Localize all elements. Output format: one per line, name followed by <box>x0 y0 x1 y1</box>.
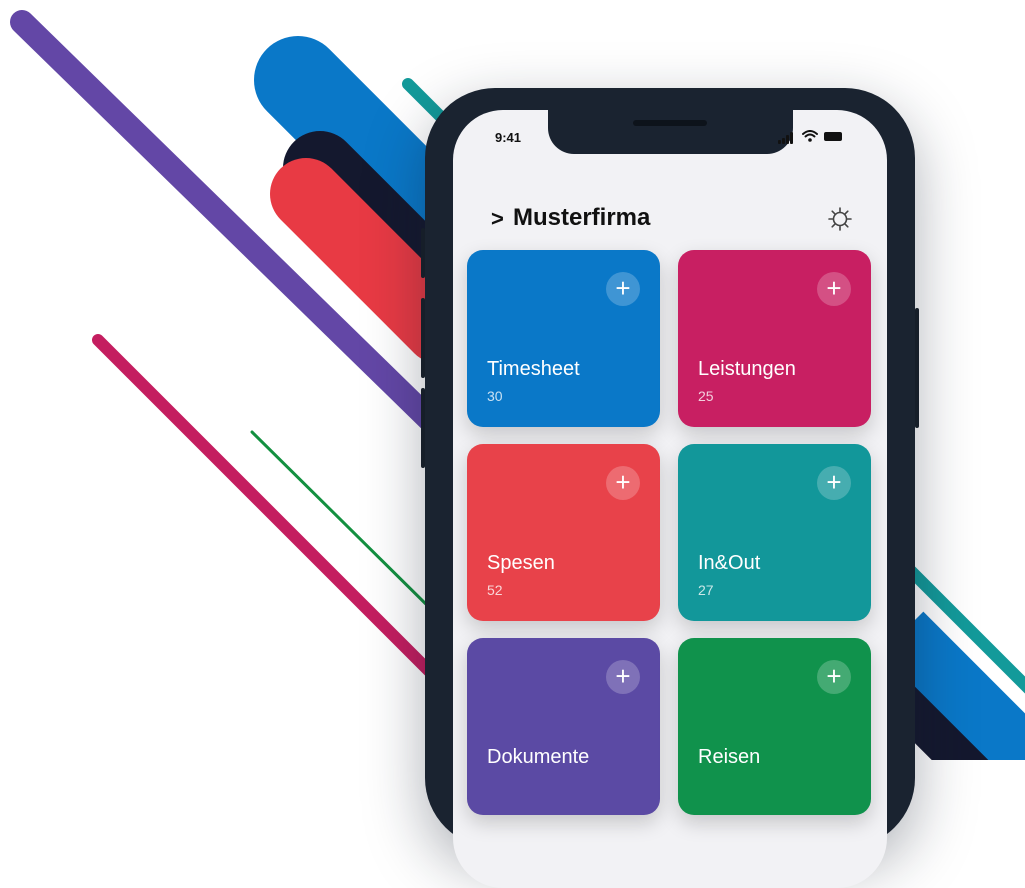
tile-dokumente[interactable]: + Dokumente <box>467 638 660 815</box>
tile-count: 25 <box>698 388 714 404</box>
header: > Musterfirma <box>491 204 853 240</box>
tile-label: Dokumente <box>487 746 590 768</box>
tile-count: 52 <box>487 582 503 598</box>
tile-label: Reisen <box>698 746 761 768</box>
tile-reisen[interactable]: + Reisen <box>678 638 871 815</box>
battery-icon <box>824 132 842 141</box>
tile-timesheet[interactable]: + Timesheet 30 <box>467 250 660 427</box>
phone-side-button-left-3 <box>421 388 425 468</box>
tile-label: In&Out <box>698 552 761 574</box>
phone-side-button-left-1 <box>421 228 425 278</box>
phone-frame: 9:41 > Musterfirma + Timesheet 30 + Leis… <box>421 88 919 888</box>
gear-icon[interactable] <box>827 206 853 232</box>
tile-label: Timesheet <box>487 358 580 380</box>
plus-icon[interactable]: + <box>606 272 640 306</box>
phone-notch <box>548 110 793 154</box>
status-time: 9:41 <box>495 130 522 145</box>
wifi-icon <box>802 130 818 142</box>
plus-icon[interactable]: + <box>606 466 640 500</box>
plus-icon[interactable]: + <box>817 660 851 694</box>
plus-icon[interactable]: + <box>817 272 851 306</box>
plus-icon[interactable]: + <box>817 466 851 500</box>
page-title[interactable]: Musterfirma <box>513 204 650 232</box>
phone-screen: 9:41 > Musterfirma + Timesheet 30 + Leis… <box>453 110 887 888</box>
status-icons <box>778 130 858 144</box>
speaker-grille <box>633 120 707 126</box>
tile-spesen[interactable]: + Spesen 52 <box>467 444 660 621</box>
plus-icon[interactable]: + <box>606 660 640 694</box>
tile-in-and-out[interactable]: + In&Out 27 <box>678 444 871 621</box>
chevron-right-icon[interactable]: > <box>491 206 504 232</box>
tile-count: 30 <box>487 388 503 404</box>
tile-label: Leistungen <box>698 358 796 380</box>
phone-side-button-left-2 <box>421 298 425 378</box>
tile-count: 27 <box>698 582 714 598</box>
tile-label: Spesen <box>487 552 555 574</box>
phone-side-button-right <box>915 308 919 428</box>
tile-leistungen[interactable]: + Leistungen 25 <box>678 250 871 427</box>
